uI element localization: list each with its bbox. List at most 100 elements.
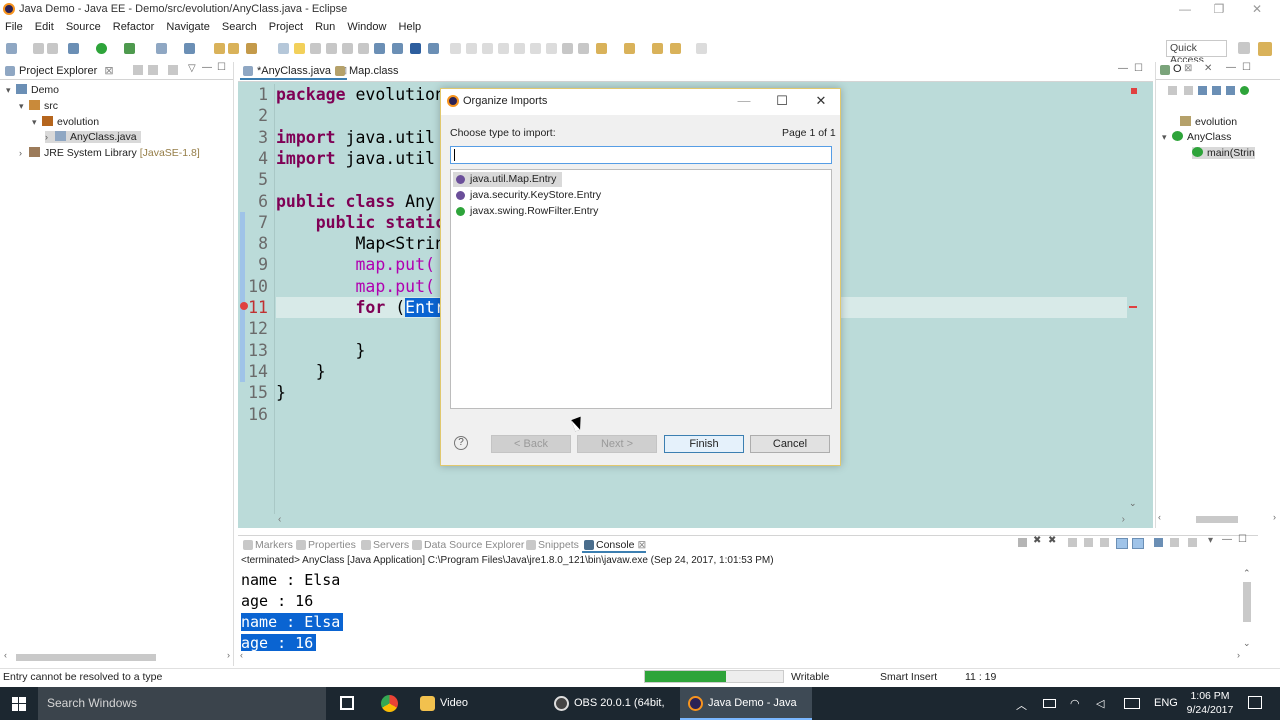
menu-run[interactable]: Run bbox=[311, 19, 339, 33]
console-vertical-scrollbar[interactable]: ⌃ ⌄ bbox=[1241, 568, 1253, 652]
chevron-right-icon[interactable]: › bbox=[19, 148, 29, 158]
console-output-line-selected[interactable]: name : Elsa bbox=[241, 613, 344, 631]
next-annotation-icon[interactable] bbox=[342, 43, 353, 54]
language-indicator[interactable]: ENG bbox=[1154, 697, 1178, 709]
tree-item-evolution[interactable]: ▾ evolution bbox=[32, 116, 99, 128]
word-wrap-icon[interactable] bbox=[1100, 538, 1109, 547]
finish-button[interactable]: Finish bbox=[664, 435, 744, 453]
minimize-view-icon[interactable]: — bbox=[1222, 534, 1232, 545]
back-nav-icon[interactable] bbox=[652, 43, 663, 54]
menu-source[interactable]: Source bbox=[62, 19, 105, 33]
tree-item-src[interactable]: ▾ src bbox=[19, 100, 58, 112]
windows-start-icon[interactable] bbox=[12, 697, 26, 711]
taskbar-clock[interactable]: 1:06 PM 9/24/2017 bbox=[1180, 689, 1240, 717]
code-line[interactable]: map.put( bbox=[276, 255, 434, 274]
next-edit-icon[interactable] bbox=[624, 43, 635, 54]
scroll-lock-icon[interactable] bbox=[1084, 538, 1093, 547]
tab-snippets[interactable]: Snippets bbox=[524, 537, 579, 553]
dialog-minimize-button[interactable]: — bbox=[734, 93, 754, 108]
console-toolbar-icon[interactable] bbox=[410, 43, 421, 54]
tab-properties[interactable]: Properties bbox=[294, 537, 356, 553]
open-perspective-icon[interactable] bbox=[1238, 42, 1250, 54]
next-button[interactable]: Next > bbox=[577, 435, 657, 453]
console-output-line[interactable]: age : 16 bbox=[241, 592, 313, 610]
volume-icon[interactable]: ◁ bbox=[1096, 697, 1104, 710]
pin-console-icon[interactable] bbox=[1154, 538, 1163, 547]
code-line[interactable]: package evolution bbox=[276, 85, 445, 104]
code-line[interactable]: map.put( bbox=[276, 277, 434, 296]
close-window-button[interactable]: ✕ bbox=[1238, 0, 1276, 19]
scroll-left-icon[interactable]: ‹ bbox=[278, 514, 281, 525]
outline-item-class[interactable]: ▾ AnyClass bbox=[1162, 131, 1231, 143]
console-horizontal-scrollbar[interactable]: ‹ › bbox=[240, 650, 1240, 662]
type-filter-input[interactable] bbox=[450, 146, 832, 164]
taskbar-item-obs[interactable]: OBS 20.0.1 (64bit, w... bbox=[546, 687, 676, 720]
java-ee-perspective-icon[interactable] bbox=[1258, 42, 1272, 56]
help-button[interactable]: ? bbox=[454, 436, 468, 450]
display-console-icon[interactable] bbox=[1170, 538, 1179, 547]
hide-static-icon[interactable] bbox=[1198, 86, 1207, 95]
type-option-rowfilter-entry[interactable]: javax.swing.RowFilter.Entry bbox=[453, 204, 604, 219]
remove-launch-icon[interactable]: ✖ bbox=[1033, 535, 1041, 546]
back-button[interactable]: < Back bbox=[491, 435, 571, 453]
link-editor-icon[interactable] bbox=[148, 65, 158, 75]
tab-project-explorer[interactable]: Project Explorer ⊠ bbox=[2, 62, 114, 80]
tab-console[interactable]: Console ⊠ bbox=[582, 537, 647, 553]
remove-all-icon[interactable]: ✖ bbox=[1048, 535, 1056, 546]
tab-markers[interactable]: Markers bbox=[241, 537, 293, 553]
sync-icon[interactable] bbox=[392, 43, 403, 54]
code-line[interactable]: } bbox=[276, 383, 286, 402]
menu-file[interactable]: File bbox=[1, 19, 27, 33]
chevron-down-icon[interactable]: ▾ bbox=[1162, 132, 1172, 143]
cancel-button[interactable]: Cancel bbox=[750, 435, 830, 453]
minimize-button[interactable]: — bbox=[1166, 0, 1204, 19]
outline-horizontal-scrollbar[interactable]: ‹ › bbox=[1158, 512, 1278, 524]
taskbar-search-field[interactable]: Search Windows bbox=[38, 687, 326, 720]
show-on-output-icon[interactable] bbox=[1116, 538, 1128, 549]
use-step-filters-icon[interactable] bbox=[562, 43, 573, 54]
scroll-down-icon[interactable]: ⌄ bbox=[1129, 498, 1137, 509]
maximize-view-icon[interactable]: ☐ bbox=[1242, 62, 1251, 73]
battery-icon[interactable] bbox=[1043, 699, 1056, 708]
code-line[interactable]: import java.util bbox=[276, 149, 435, 168]
resume-icon[interactable] bbox=[450, 43, 461, 54]
toggle-mark-icon[interactable] bbox=[278, 43, 289, 54]
keyboard-icon[interactable] bbox=[1124, 698, 1140, 709]
disconnect-icon[interactable] bbox=[428, 43, 439, 54]
tree-item-jre[interactable]: › JRE System Library [JavaSE-1.8] bbox=[19, 147, 200, 159]
close-tab-icon[interactable]: ⊠ bbox=[104, 65, 113, 77]
tab-map-class[interactable]: Map.class bbox=[332, 62, 399, 80]
save-icon[interactable] bbox=[33, 43, 44, 54]
chevron-down-icon[interactable]: ▾ bbox=[6, 85, 16, 96]
web-browser-icon[interactable] bbox=[374, 43, 385, 54]
wifi-icon[interactable]: ◠ bbox=[1070, 697, 1080, 710]
show-on-error-icon[interactable] bbox=[1132, 538, 1144, 549]
code-line[interactable]: Map<Strin bbox=[276, 234, 444, 253]
taskbar-item-eclipse[interactable]: Java Demo - Java E... bbox=[680, 687, 812, 720]
maximize-view-icon[interactable]: ☐ bbox=[217, 62, 226, 73]
step-over-icon[interactable] bbox=[514, 43, 525, 54]
menu-search[interactable]: Search bbox=[218, 19, 261, 33]
code-line[interactable]: public class Any bbox=[276, 192, 435, 211]
view-menu-icon[interactable]: ▾ bbox=[1208, 535, 1213, 546]
taskbar-item-video[interactable]: Video bbox=[412, 687, 540, 720]
tree-item-anyclass[interactable]: › AnyClass.java bbox=[45, 131, 141, 143]
maximize-editor-icon[interactable]: ☐ bbox=[1134, 63, 1143, 74]
last-edit-icon[interactable] bbox=[596, 43, 607, 54]
hide-nonpublic-icon[interactable] bbox=[1212, 86, 1221, 95]
show-whitespace-icon[interactable] bbox=[310, 43, 321, 54]
code-line[interactable]: public static bbox=[276, 213, 445, 232]
console-output-line[interactable]: name : Elsa bbox=[241, 571, 340, 589]
external-tools-icon[interactable] bbox=[124, 43, 135, 54]
tasks-icon[interactable]: ✕ bbox=[1204, 63, 1212, 74]
dialog-maximize-button[interactable]: ☐ bbox=[772, 93, 792, 109]
highlight-icon[interactable] bbox=[294, 43, 305, 54]
maximize-button[interactable]: ❐ bbox=[1200, 0, 1238, 19]
save-all-icon[interactable] bbox=[47, 43, 58, 54]
task-view-icon[interactable] bbox=[340, 696, 354, 710]
minimize-editor-icon[interactable]: — bbox=[1118, 63, 1128, 74]
outline-sort-icon[interactable] bbox=[1168, 86, 1177, 95]
editor-vertical-scrollbar[interactable]: ⌄ bbox=[1127, 84, 1141, 514]
code-line[interactable]: } bbox=[276, 362, 326, 381]
new-package-icon[interactable] bbox=[184, 43, 195, 54]
